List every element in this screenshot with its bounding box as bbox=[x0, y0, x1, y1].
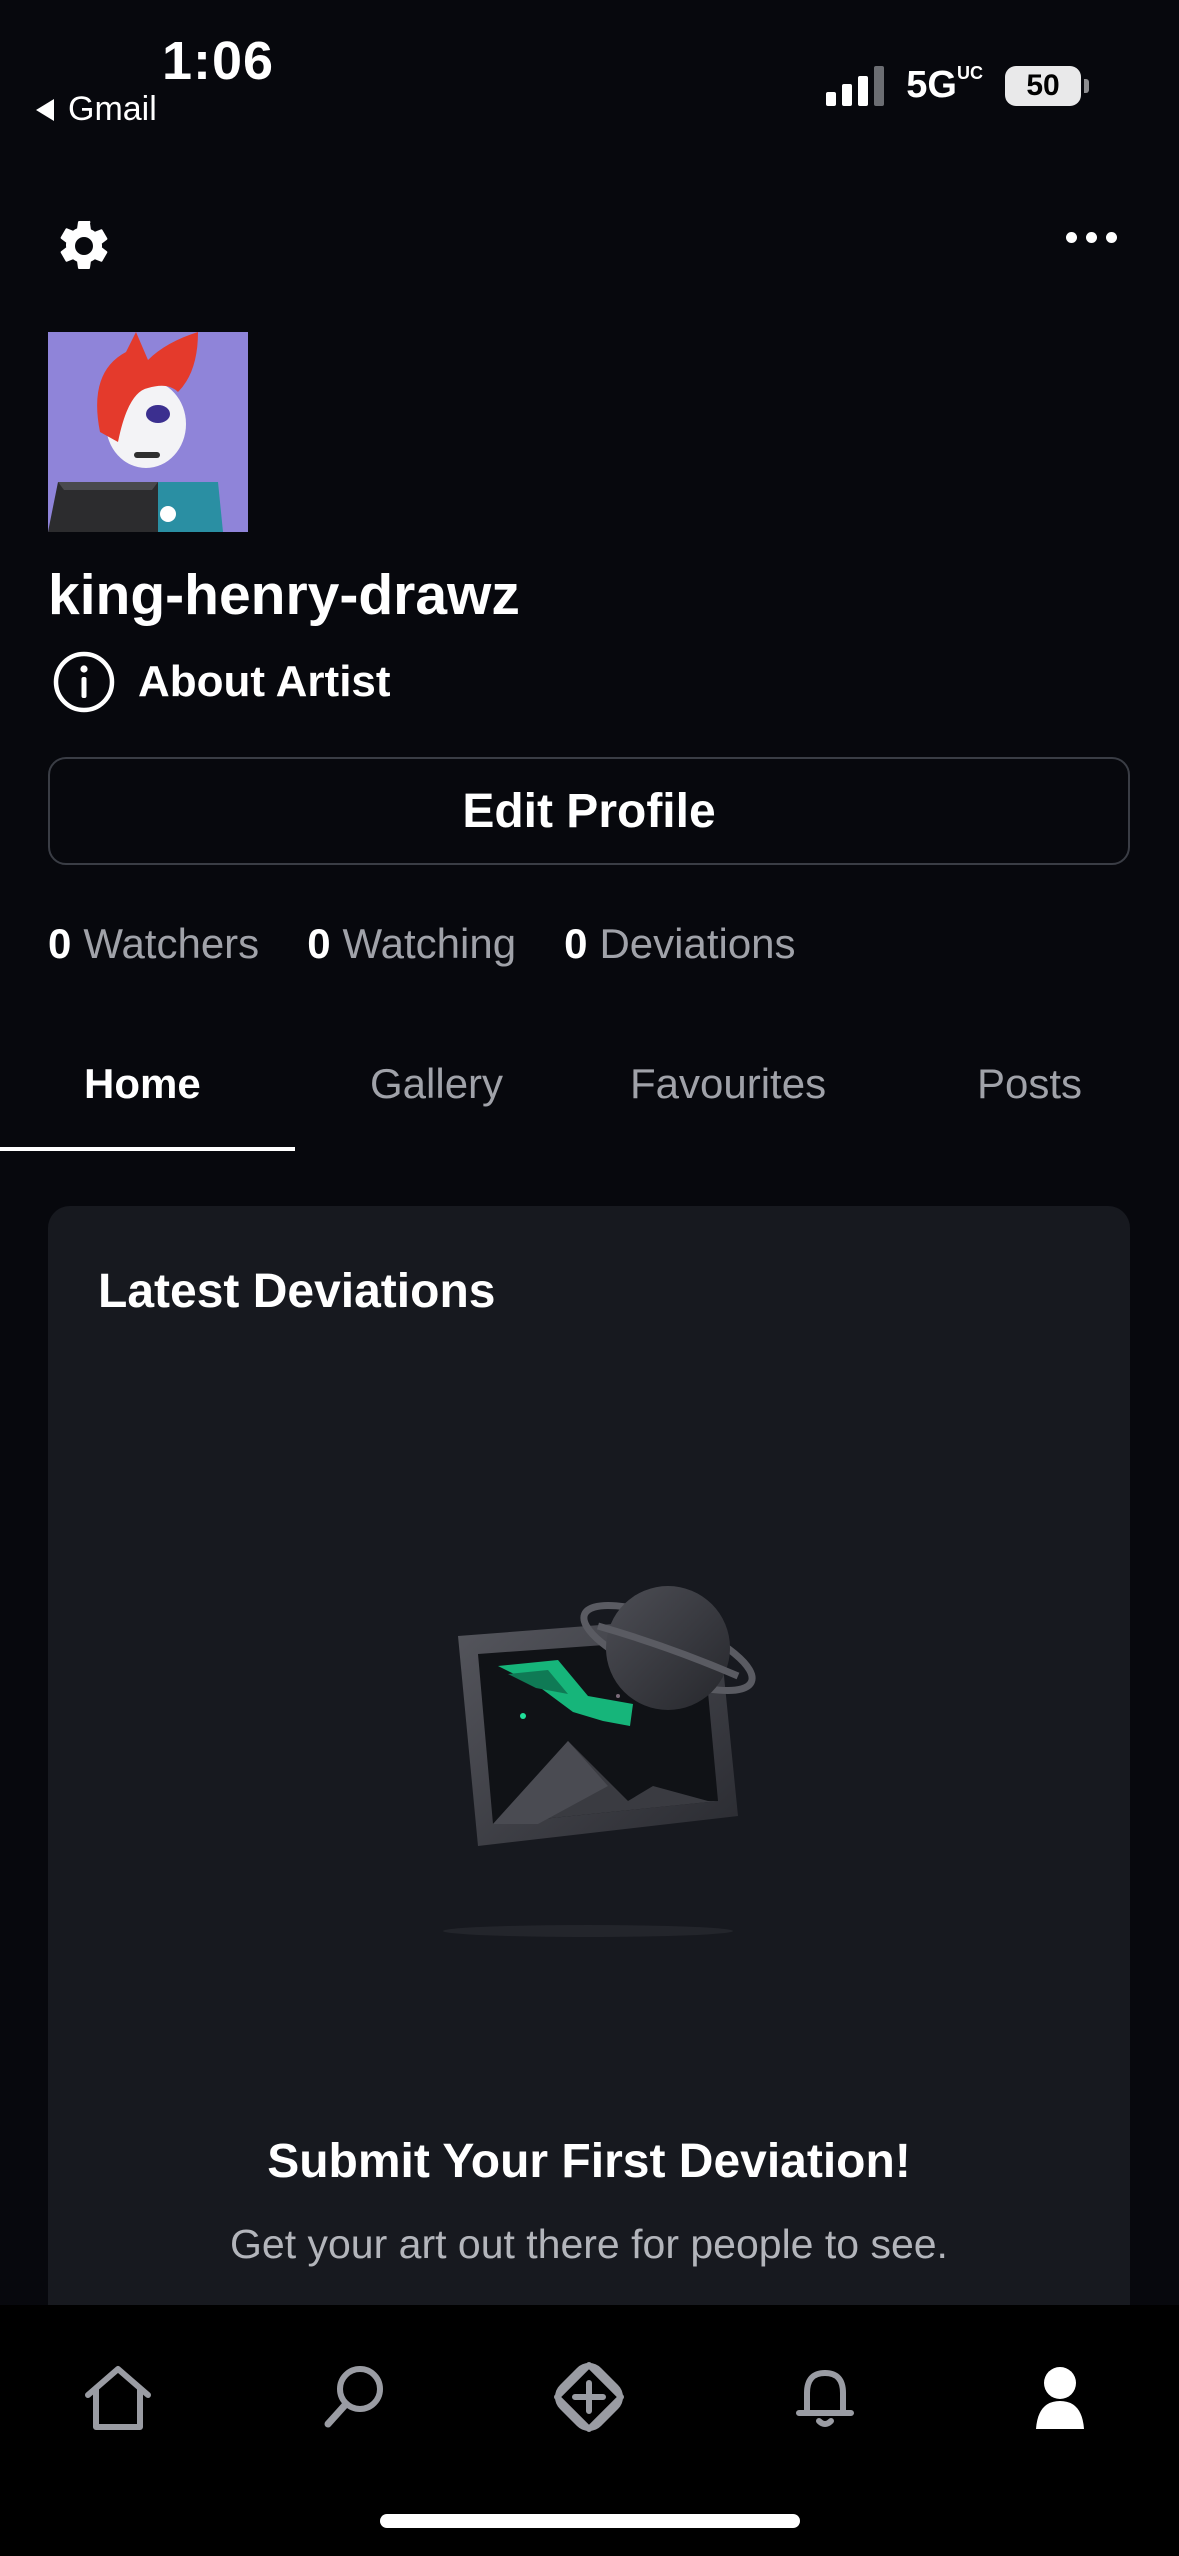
empty-gallery-illustration bbox=[443, 1586, 756, 1937]
empty-state-subtitle: Get your art out there for people to see… bbox=[230, 2221, 948, 2267]
active-tab-indicator bbox=[0, 1147, 295, 1151]
latest-deviations-card: Latest Deviations Submit Your First Devi… bbox=[48, 1206, 1130, 2310]
profile-stats: 0 Watchers 0 Watching 0 Deviations bbox=[48, 920, 796, 968]
username: king-henry-drawz bbox=[48, 563, 520, 627]
bell-icon[interactable] bbox=[785, 2357, 865, 2437]
avatar[interactable] bbox=[48, 332, 248, 532]
edit-profile-button[interactable]: Edit Profile bbox=[48, 757, 1130, 865]
home-icon[interactable] bbox=[78, 2357, 158, 2437]
network-label: 5GUC bbox=[906, 63, 983, 106]
status-time: 1:06 bbox=[162, 31, 275, 91]
status-indicators: 5GUC 50 bbox=[826, 64, 1089, 107]
search-icon[interactable] bbox=[314, 2357, 394, 2437]
profile-icon[interactable] bbox=[1020, 2357, 1100, 2437]
stat-watchers[interactable]: 0 Watchers bbox=[48, 920, 259, 968]
profile-screen: 1:06 Gmail 5GUC 50 king-henry-drawz Abou… bbox=[0, 0, 1179, 2556]
tab-favourites[interactable]: Favourites bbox=[630, 1060, 826, 1108]
more-options-icon[interactable] bbox=[1066, 232, 1117, 243]
signal-icon bbox=[826, 65, 885, 106]
info-icon bbox=[53, 651, 115, 713]
back-app-label: Gmail bbox=[68, 90, 157, 128]
tab-posts[interactable]: Posts bbox=[977, 1060, 1082, 1108]
tab-home[interactable]: Home bbox=[84, 1060, 201, 1108]
battery-level: 50 bbox=[1005, 65, 1081, 106]
card-title: Latest Deviations bbox=[98, 1265, 496, 1318]
stat-watching[interactable]: 0 Watching bbox=[307, 920, 516, 968]
tab-gallery[interactable]: Gallery bbox=[370, 1060, 503, 1108]
gear-icon[interactable] bbox=[54, 216, 114, 276]
back-to-app-link[interactable]: Gmail bbox=[36, 90, 157, 129]
back-arrow-icon bbox=[36, 98, 54, 121]
profile-tabs: Home Gallery Favourites Posts bbox=[0, 1030, 1179, 1150]
home-indicator bbox=[380, 2514, 800, 2528]
stat-deviations[interactable]: 0 Deviations bbox=[564, 920, 795, 968]
about-artist-label: About Artist bbox=[138, 657, 391, 706]
submit-plus-icon[interactable] bbox=[549, 2357, 629, 2437]
battery-icon: 50 bbox=[1005, 65, 1089, 106]
empty-state-title: Submit Your First Deviation! bbox=[267, 2135, 911, 2188]
about-artist-link[interactable]: About Artist bbox=[52, 650, 391, 714]
